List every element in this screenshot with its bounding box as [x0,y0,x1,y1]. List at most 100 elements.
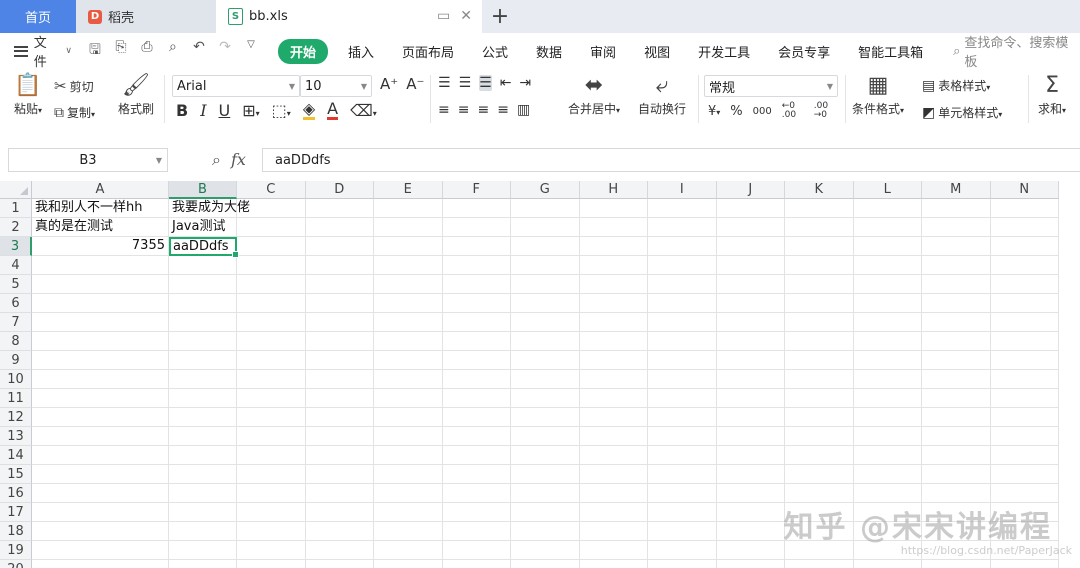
cell-f13[interactable] [442,427,511,446]
cell-j7[interactable] [716,313,785,332]
cut-button[interactable]: ✂ 剪切 [54,77,94,95]
row-header-10[interactable]: 10 [0,370,32,389]
cell-f16[interactable] [442,484,511,503]
cell-m12[interactable] [922,408,991,427]
fill-color-icon[interactable]: ◈ [302,101,316,120]
cell-g10[interactable] [511,370,580,389]
cell-b16[interactable] [169,484,237,503]
column-header-i[interactable]: I [648,181,717,199]
cell-j1[interactable] [716,199,785,218]
indent-icon[interactable]: ⇥ [519,75,531,91]
cell-b6[interactable] [169,294,237,313]
cell-f7[interactable] [442,313,511,332]
cell-c19[interactable] [237,541,306,560]
cell-g3[interactable] [511,237,580,256]
cell-i18[interactable] [648,522,717,541]
cell-h10[interactable] [579,370,648,389]
cell-n9[interactable] [990,351,1059,370]
cell-m7[interactable] [922,313,991,332]
cell-c11[interactable] [237,389,306,408]
cell-g14[interactable] [511,446,580,465]
cell-c18[interactable] [237,522,306,541]
cell-e13[interactable] [374,427,443,446]
cell-f5[interactable] [442,275,511,294]
cell-c6[interactable] [237,294,306,313]
column-header-l[interactable]: L [853,181,922,199]
tab-home[interactable]: 首页 [0,0,76,33]
cell-e19[interactable] [374,541,443,560]
cell-f19[interactable] [442,541,511,560]
bold-button[interactable]: B [176,101,188,120]
menu-developer[interactable]: 开发工具 [698,42,750,61]
underline-button[interactable]: U [219,101,231,120]
row-header-20[interactable]: 20 [0,560,32,568]
cell-d2[interactable] [305,218,374,237]
thousands-button[interactable]: 000 [753,106,772,117]
cell-b7[interactable] [169,313,237,332]
cell-i12[interactable] [648,408,717,427]
cell-m11[interactable] [922,389,991,408]
cell-m14[interactable] [922,446,991,465]
cell-m2[interactable] [922,218,991,237]
cell-c20[interactable] [237,560,306,568]
cell-j13[interactable] [716,427,785,446]
cell-style-button[interactable]: ◩ 单元格样式▾ [922,104,1002,121]
cell-k1[interactable] [785,199,854,218]
cell-h6[interactable] [579,294,648,313]
cell-j6[interactable] [716,294,785,313]
cell-h7[interactable] [579,313,648,332]
cell-c12[interactable] [237,408,306,427]
cell-j9[interactable] [716,351,785,370]
cell-d13[interactable] [305,427,374,446]
cell-f15[interactable] [442,465,511,484]
cell-d5[interactable] [305,275,374,294]
column-header-a[interactable]: A [32,181,169,199]
cell-j17[interactable] [716,503,785,522]
cell-j12[interactable] [716,408,785,427]
format-painter-button[interactable]: 🖌 格式刷 [118,73,154,117]
column-header-g[interactable]: G [511,181,580,199]
formula-input[interactable]: aaDDdfs [262,148,1080,172]
row-header-11[interactable]: 11 [0,389,32,408]
cell-e14[interactable] [374,446,443,465]
cell-l2[interactable] [853,218,922,237]
cell-a10[interactable] [32,370,169,389]
cell-c8[interactable] [237,332,306,351]
cell-i15[interactable] [648,465,717,484]
decrease-font-icon[interactable]: A⁻ [406,75,424,93]
cell-d15[interactable] [305,465,374,484]
cell-e15[interactable] [374,465,443,484]
name-box[interactable]: B3 ▼ [8,148,168,172]
cell-c9[interactable] [237,351,306,370]
cell-k3[interactable] [785,237,854,256]
cell-g20[interactable] [511,560,580,568]
cell-j8[interactable] [716,332,785,351]
fx-icon[interactable]: fx [231,150,246,170]
cell-g5[interactable] [511,275,580,294]
cell-g11[interactable] [511,389,580,408]
row-header-12[interactable]: 12 [0,408,32,427]
cell-k4[interactable] [785,256,854,275]
align-right-icon[interactable]: ≡ [477,102,489,118]
cell-l1[interactable] [853,199,922,218]
cell-l13[interactable] [853,427,922,446]
row-header-7[interactable]: 7 [0,313,32,332]
cell-d16[interactable] [305,484,374,503]
cell-k10[interactable] [785,370,854,389]
cell-i10[interactable] [648,370,717,389]
cell-i9[interactable] [648,351,717,370]
cell-e8[interactable] [374,332,443,351]
cell-a5[interactable] [32,275,169,294]
undo-icon[interactable]: ↶ [190,39,208,63]
cell-e17[interactable] [374,503,443,522]
row-header-2[interactable]: 2 [0,218,32,237]
cell-f3[interactable] [442,237,511,256]
cell-h5[interactable] [579,275,648,294]
cell-g6[interactable] [511,294,580,313]
cell-l6[interactable] [853,294,922,313]
paste-button[interactable]: 📋 粘贴▾ [14,73,42,117]
select-all-corner[interactable] [0,181,32,199]
row-header-8[interactable]: 8 [0,332,32,351]
zoom-icon[interactable]: ⌕ [212,150,221,170]
cell-f12[interactable] [442,408,511,427]
